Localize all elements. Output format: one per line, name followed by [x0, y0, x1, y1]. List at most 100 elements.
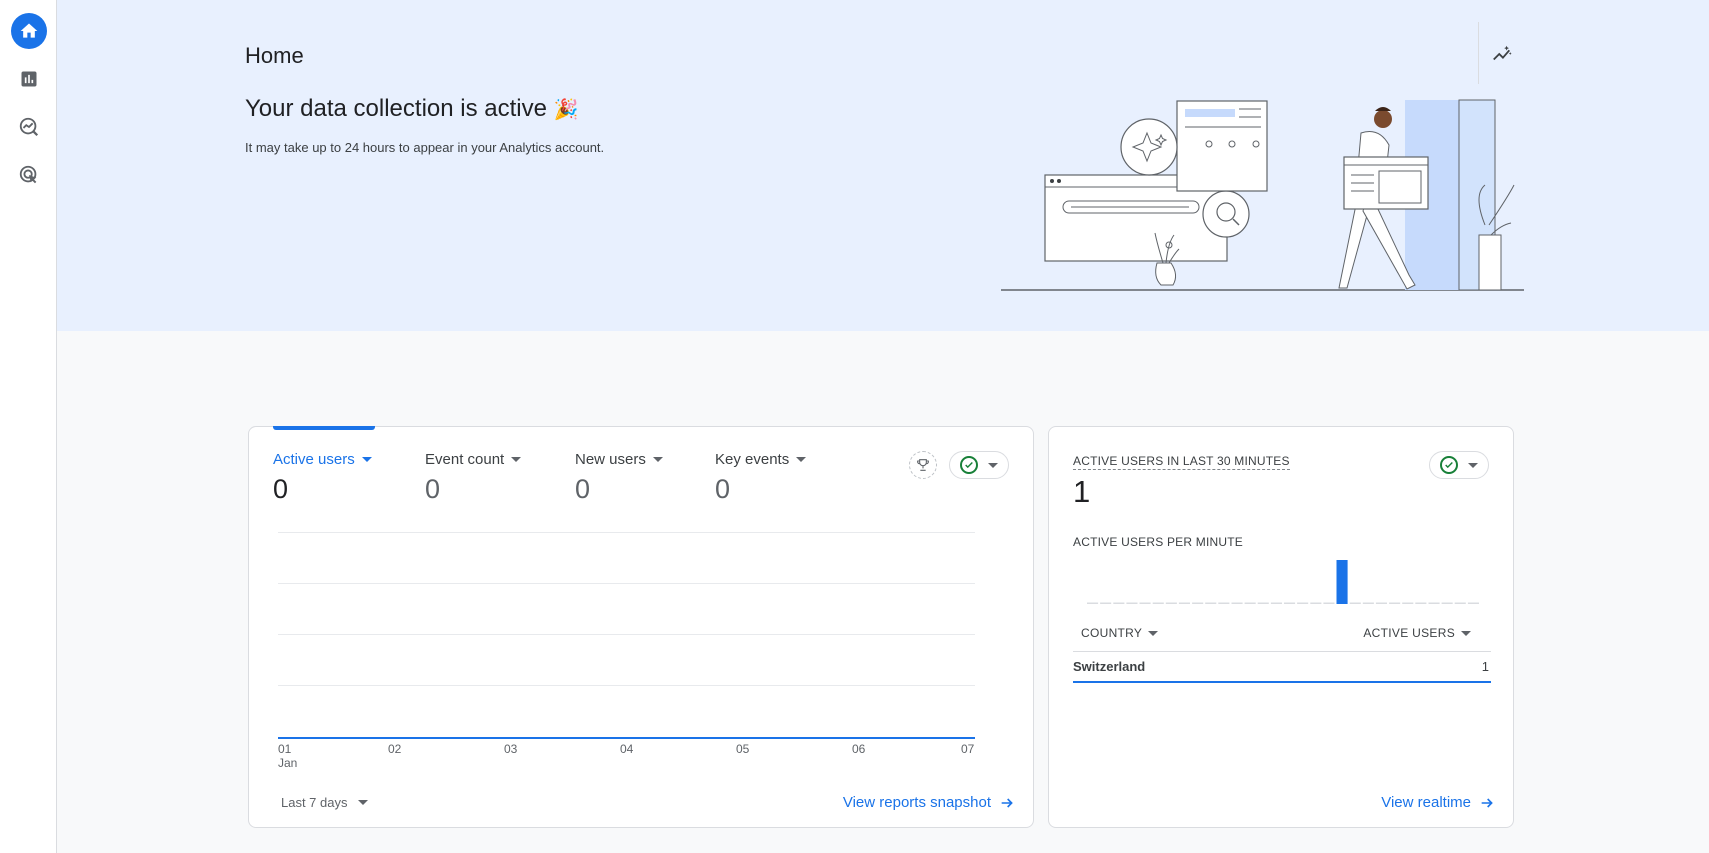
per-minute-bar[interactable] [1362, 602, 1374, 605]
per-minute-bar[interactable] [1349, 602, 1361, 605]
metric-label-text: New users [575, 451, 646, 468]
per-minute-bar[interactable] [1428, 602, 1440, 605]
per-minute-bar[interactable] [1139, 602, 1151, 605]
nav-explore-button[interactable] [11, 109, 47, 145]
hero-illustration [1001, 99, 1524, 291]
party-emoji: 🎉 [553, 99, 579, 121]
table-row-users: 1 [1481, 659, 1489, 674]
table-row-bar [1073, 681, 1491, 683]
metric-label-text: Active users [273, 451, 355, 468]
per-minute-bar[interactable] [1270, 602, 1282, 605]
x-axis-line [278, 737, 975, 739]
x-tick: 03 [504, 742, 518, 756]
reports-icon [21, 71, 37, 87]
metric-active-users-value: 0 [273, 474, 289, 504]
view-realtime-link[interactable]: View realtime [1381, 794, 1495, 811]
caret-down-icon [652, 457, 663, 462]
metric-event-count[interactable]: Event count 0 [425, 451, 522, 505]
table-row-country: Switzerland [1073, 659, 1146, 674]
per-minute-bar[interactable] [1323, 602, 1335, 605]
metric-label-text: Key events [715, 451, 790, 468]
arrow-right-icon [1481, 797, 1493, 808]
active-users-line-chart [278, 737, 975, 739]
per-minute-bar[interactable] [1126, 602, 1138, 605]
per-minute-bar[interactable] [1231, 602, 1243, 605]
metric-new-users-label[interactable]: New users [575, 451, 663, 468]
metric-new-users[interactable]: New users 0 [575, 451, 663, 505]
hero-title: Your data collection is active 🎉 [245, 95, 579, 123]
column-header-text: COUNTRY [1081, 626, 1143, 640]
metric-key-events[interactable]: Key events 0 [715, 451, 807, 505]
per-minute-bar[interactable] [1205, 602, 1217, 605]
link-label: View reports snapshot [842, 794, 991, 811]
per-minute-bar[interactable] [1415, 602, 1427, 605]
caret-down-icon [796, 457, 807, 462]
x-tick: 05 [736, 742, 750, 756]
realtime-title[interactable]: ACTIVE USERS IN LAST 30 MINUTES [1073, 454, 1290, 470]
metric-event-count-value: 0 [425, 474, 441, 504]
per-minute-bar[interactable] [1257, 602, 1269, 605]
per-minute-bar[interactable] [1244, 602, 1256, 605]
nav-rail [0, 0, 57, 853]
caret-down-icon [361, 457, 372, 462]
per-minute-bar[interactable] [1310, 602, 1322, 605]
metric-active-users-label[interactable]: Active users [273, 451, 372, 468]
per-minute-bar[interactable] [1375, 602, 1387, 605]
per-minute-bar[interactable] [1389, 602, 1401, 605]
metric-new-users-value: 0 [575, 474, 591, 504]
caret-down-icon [511, 457, 522, 462]
x-tick: 01 [278, 742, 292, 756]
x-tick: 04 [620, 742, 634, 756]
caret-down-icon [1461, 630, 1471, 636]
hero-subtitle: It may take up to 24 hours to appear in … [245, 140, 605, 155]
selected-metric-indicator [273, 426, 375, 430]
per-minute-bar[interactable] [1441, 602, 1453, 605]
per-minute-bar[interactable] [1113, 602, 1125, 605]
nav-advertising-button[interactable] [11, 157, 47, 193]
insights-badge-button[interactable] [909, 451, 937, 479]
nav-home-button[interactable] [11, 13, 47, 49]
per-minute-bar[interactable] [1087, 602, 1099, 605]
per-minute-bar[interactable] [1152, 602, 1164, 605]
home-icon [20, 23, 38, 38]
per-minute-bar[interactable] [1297, 602, 1309, 605]
per-minute-bar[interactable] [1402, 602, 1414, 605]
metric-key-events-value: 0 [715, 474, 731, 504]
x-tick: 06 [852, 742, 866, 756]
insights-button[interactable] [1488, 40, 1516, 68]
insights-icon [1493, 45, 1512, 61]
caret-down-icon [1468, 462, 1478, 468]
per-minute-bar[interactable] [1454, 602, 1466, 605]
realtime-status-dropdown[interactable] [1429, 451, 1489, 479]
per-minute-bar[interactable] [1336, 560, 1348, 604]
metric-active-users[interactable]: Active users 0 [273, 451, 372, 505]
per-minute-bar-chart [1087, 560, 1479, 605]
caret-down-icon [1148, 630, 1159, 636]
per-minute-bar[interactable] [1284, 602, 1296, 605]
per-minute-bar[interactable] [1178, 602, 1190, 605]
nav-reports-button[interactable] [11, 61, 47, 97]
hero-title-text: Your data collection is active [245, 95, 547, 122]
advertising-icon [19, 165, 37, 184]
x-tick-month: Jan [278, 756, 298, 770]
per-minute-bar[interactable] [1165, 602, 1177, 605]
per-minute-bar[interactable] [1192, 602, 1204, 605]
metric-label-text: Event count [425, 451, 505, 468]
per-minute-bar[interactable] [1467, 602, 1479, 605]
data-status-dropdown[interactable] [949, 451, 1009, 479]
explore-icon [19, 117, 39, 137]
table-divider [1073, 651, 1491, 652]
view-reports-snapshot-link[interactable]: View reports snapshot [843, 794, 1015, 811]
per-minute-bar[interactable] [1218, 602, 1230, 605]
column-header-text: ACTIVE USERS [1363, 626, 1455, 640]
active-users-column-header[interactable]: ACTIVE USERS [1363, 626, 1471, 640]
x-tick: 07 [961, 742, 975, 756]
caret-down-icon [988, 462, 998, 468]
realtime-value: 1 [1073, 474, 1091, 509]
per-minute-label: ACTIVE USERS PER MINUTE [1073, 535, 1243, 549]
metric-key-events-label[interactable]: Key events [715, 451, 807, 468]
date-range-selector[interactable]: Last 7 days [281, 795, 368, 810]
country-column-header[interactable]: COUNTRY [1081, 626, 1159, 640]
per-minute-bar[interactable] [1100, 602, 1112, 605]
metric-event-count-label[interactable]: Event count [425, 451, 522, 468]
